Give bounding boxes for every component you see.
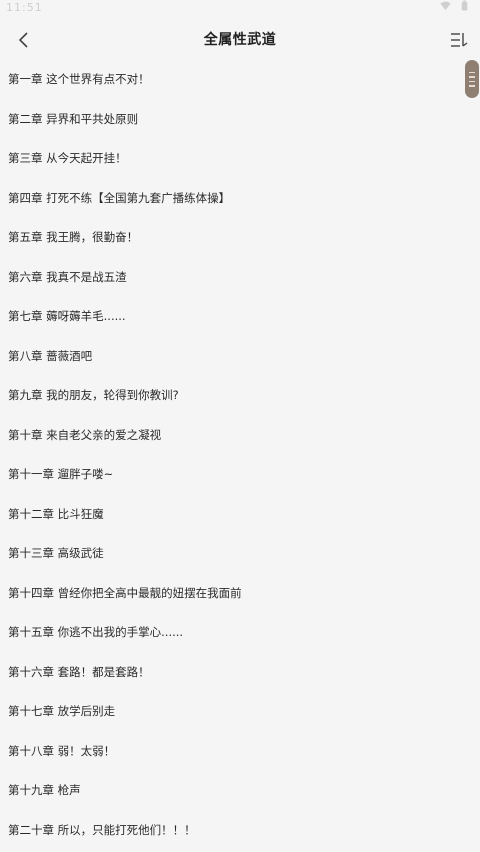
- status-bar: 11:51: [0, 0, 480, 18]
- table-of-contents-button[interactable]: [446, 27, 472, 53]
- app-header: 全属性武道: [0, 18, 480, 62]
- chapter-item[interactable]: 第一章 这个世界有点不对！: [0, 62, 480, 102]
- chapter-item[interactable]: 第十二章 比斗狂魔: [0, 497, 480, 537]
- chapter-item[interactable]: 第十四章 曾经你把全高中最靓的妞摆在我面前: [0, 576, 480, 616]
- chapter-list: 第一章 这个世界有点不对！ 第二章 异界和平共处原则 第三章 从今天起开挂！ 第…: [0, 62, 480, 852]
- chapter-item[interactable]: 第五章 我王腾，很勤奋！: [0, 220, 480, 260]
- chapter-item[interactable]: 第二章 异界和平共处原则: [0, 102, 480, 142]
- chapter-item[interactable]: 第九章 我的朋友，轮得到你教训?: [0, 378, 480, 418]
- grip-line: [469, 71, 475, 73]
- chapter-item[interactable]: 第十三章 高级武徒: [0, 536, 480, 576]
- grip-line: [469, 85, 475, 87]
- chapter-item[interactable]: 第十一章 遛胖子喽~: [0, 457, 480, 497]
- fast-scroll-handle[interactable]: [465, 60, 479, 98]
- status-icons: [440, 0, 470, 11]
- chapter-item[interactable]: 第十九章 枪声: [0, 773, 480, 813]
- chapter-item[interactable]: 第十八章 弱！太弱！: [0, 734, 480, 774]
- table-of-contents-icon: [451, 33, 468, 47]
- chapter-item[interactable]: 第七章 薅呀薅羊毛......: [0, 299, 480, 339]
- chapter-item[interactable]: 第三章 从今天起开挂！: [0, 141, 480, 181]
- status-time: 11:51: [6, 1, 43, 14]
- chapter-item[interactable]: 第十章 来自老父亲的爱之凝视: [0, 418, 480, 458]
- grip-line: [469, 80, 475, 82]
- wifi-icon: [440, 1, 451, 11]
- battery-icon: [461, 0, 468, 11]
- chapter-item[interactable]: 第十五章 你逃不出我的手掌心......: [0, 615, 480, 655]
- chapter-item[interactable]: 第八章 蔷薇酒吧: [0, 339, 480, 379]
- chapter-item[interactable]: 第二十章 所以，只能打死他们！！！: [0, 813, 480, 852]
- chapter-item[interactable]: 第十七章 放学后别走: [0, 694, 480, 734]
- chapter-item[interactable]: 第四章 打死不练【全国第九套广播练体操】: [0, 181, 480, 221]
- page-title: 全属性武道: [203, 32, 277, 48]
- chapter-item[interactable]: 第六章 我真不是战五渣: [0, 260, 480, 300]
- grip-line: [469, 76, 475, 78]
- chapter-item[interactable]: 第十六章 套路！都是套路！: [0, 655, 480, 695]
